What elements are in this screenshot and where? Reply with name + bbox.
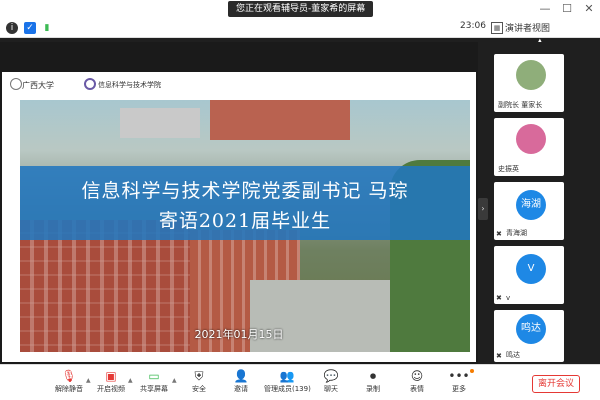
view-mode-button[interactable]: 演讲者视图 — [505, 21, 550, 34]
maximize-button[interactable]: ☐ — [560, 2, 574, 16]
mic-muted-icon: ✖ — [496, 294, 502, 302]
share-screen-button[interactable]: ▭ 共享屏幕 — [138, 369, 170, 399]
college-logo: 信息科学与技术学院 — [98, 81, 161, 89]
mic-muted-icon: ✖ — [496, 352, 502, 360]
video-button[interactable]: ▣ 开启视频 — [96, 369, 126, 399]
meeting-clock: 23:06 — [460, 21, 486, 31]
shared-screen: 广西大学 信息科学与技术学院 信息科学与技术学院党委副书记 马琮 寄语2021届… — [0, 42, 478, 386]
slide-title-line1: 信息科学与技术学院党委副书记 马琮 — [81, 180, 409, 202]
close-button[interactable]: ✕ — [582, 2, 596, 16]
notification-dot — [470, 369, 474, 373]
participant-panel: 副院长 董家长 史振英 海湖 青海湖 ✖ V v ✖ 鸣达 鸣达 ✖ — [490, 42, 600, 364]
mic-muted-icon: ✖ — [496, 230, 502, 238]
mute-button[interactable]: 🎙 解除静音 — [54, 369, 84, 399]
add-user-icon: 👤 — [233, 369, 249, 383]
participant-name: v — [506, 294, 511, 302]
emoji-icon: ☺ — [410, 369, 424, 383]
participant-name: 青海湖 — [506, 229, 527, 237]
avatar: 鸣达 — [516, 314, 546, 344]
participant-name: 史振英 — [498, 165, 519, 173]
caret-up-icon[interactable]: ▲ — [86, 377, 91, 384]
participant-tile[interactable]: 鸣达 鸣达 ✖ — [494, 310, 564, 362]
caret-up-icon[interactable]: ▲ — [128, 377, 133, 384]
avatar — [516, 124, 546, 154]
chat-icon: 💬 — [323, 369, 339, 383]
grid-icon[interactable]: ▦ — [491, 22, 503, 34]
meeting-toolbar: 🎙 解除静音 ▲ ▣ 开启视频 ▲ ▭ 共享屏幕 ▲ ⛨ 安全 👤 邀请 👥 管… — [0, 364, 600, 400]
mic-off-icon: 🎙 — [61, 369, 77, 383]
chat-button[interactable]: 💬 聊天 — [318, 369, 344, 399]
more-button[interactable]: ••• 更多 — [446, 369, 472, 399]
signal-icon[interactable]: ▮ — [41, 22, 53, 34]
record-button[interactable]: ⏺ 录制 — [360, 369, 386, 399]
minimize-button[interactable]: — — [538, 2, 552, 16]
chevron-down-icon[interactable]: ▼ — [536, 352, 544, 363]
university-logo: 广西大学 — [22, 81, 54, 90]
status-strip: i ✓ ▮ 23:06 ▦ 演讲者视图 — [0, 18, 600, 38]
record-icon: ⏺ — [369, 369, 376, 383]
slide-title-line2: 寄语2021届毕业生 — [158, 210, 332, 232]
caret-up-icon[interactable]: ▲ — [172, 377, 177, 384]
share-screen-icon: ▭ — [148, 369, 160, 383]
title-banner: 信息科学与技术学院党委副书记 马琮 寄语2021届毕业生 — [20, 166, 470, 240]
participant-tile[interactable]: 史振英 — [494, 118, 564, 176]
more-icon: ••• — [448, 369, 470, 383]
viewing-banner: 您正在观看辅导员-董家希的屏幕 — [228, 1, 374, 17]
manage-members-button[interactable]: 👥 管理成员(139) — [264, 369, 311, 399]
participant-tile[interactable]: 海湖 青海湖 ✖ — [494, 182, 564, 240]
title-bar: 您正在观看辅导员-董家希的屏幕 — ☐ ✕ — [0, 0, 600, 18]
video-off-icon: ▣ — [105, 369, 117, 383]
slide-date: 2021年01月15日 — [194, 328, 284, 341]
participant-tile[interactable]: 副院长 董家长 — [494, 54, 564, 112]
reactions-button[interactable]: ☺ 表情 — [404, 369, 430, 399]
members-icon: 👥 — [279, 369, 295, 383]
participant-tile[interactable]: V v ✖ — [494, 246, 564, 304]
slide: 广西大学 信息科学与技术学院 信息科学与技术学院党委副书记 马琮 寄语2021届… — [2, 72, 476, 362]
participant-name: 鸣达 — [506, 351, 520, 359]
security-button[interactable]: ⛨ 安全 — [186, 369, 212, 399]
university-seal-icon — [10, 78, 22, 90]
college-logo-icon — [84, 78, 96, 90]
leave-meeting-button[interactable]: 离开会议 — [532, 375, 580, 393]
invite-button[interactable]: 👤 邀请 — [228, 369, 254, 399]
participant-name: 副院长 董家长 — [498, 101, 543, 109]
shield-icon: ⛨ — [194, 369, 204, 383]
avatar — [516, 60, 546, 90]
info-icon[interactable]: i — [6, 22, 18, 34]
shield-icon[interactable]: ✓ — [24, 22, 36, 34]
panel-toggle-button[interactable]: › — [478, 198, 488, 220]
avatar: V — [516, 254, 546, 284]
avatar: 海湖 — [516, 190, 546, 220]
